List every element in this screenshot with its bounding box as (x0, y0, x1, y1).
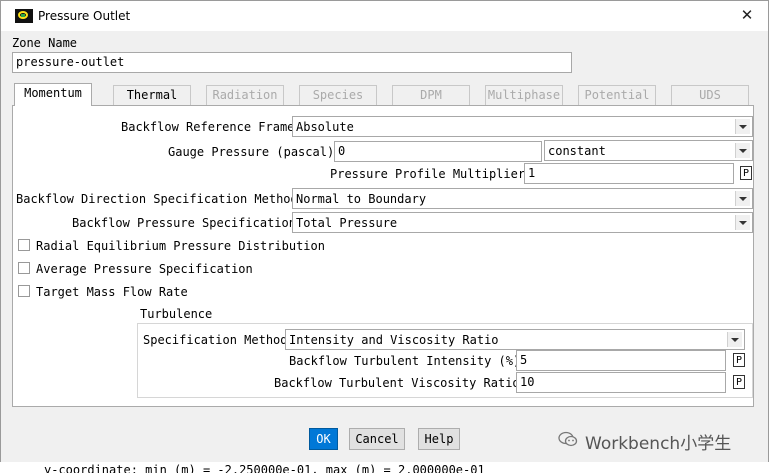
title-bar: Pressure Outlet ✕ (1, 1, 768, 31)
tab-potential[interactable]: Potential (578, 85, 656, 105)
viscosity-ratio-label: Backflow Turbulent Viscosity Ratio (274, 376, 520, 390)
help-button[interactable]: Help (418, 428, 460, 450)
tab-uds[interactable]: UDS (671, 85, 749, 105)
backflow-pressure-select[interactable]: Total Pressure (292, 212, 753, 233)
backflow-direction-value: Normal to Boundary (296, 192, 427, 206)
viscosity-ratio-parameter-button[interactable]: P (733, 375, 745, 389)
turbulent-intensity-parameter-button[interactable]: P (733, 353, 745, 367)
backflow-ref-frame-label: Backflow Reference Frame (121, 120, 295, 134)
backflow-pressure-value: Total Pressure (296, 216, 398, 230)
backflow-ref-frame-select[interactable]: Absolute (292, 116, 753, 137)
chevron-down-icon (735, 119, 750, 134)
chevron-down-icon (735, 215, 750, 230)
chevron-down-icon (727, 332, 742, 347)
spec-method-select[interactable]: Intensity and Viscosity Ratio (285, 329, 745, 350)
close-icon[interactable]: ✕ (737, 5, 757, 25)
average-pressure-checkbox[interactable] (18, 262, 30, 274)
zone-name-field[interactable]: pressure-outlet (12, 52, 572, 73)
tab-momentum[interactable]: Momentum (14, 83, 92, 106)
window-title: Pressure Outlet (38, 9, 131, 23)
gauge-pressure-method-value: constant (548, 144, 606, 158)
turbulence-heading: Turbulence (140, 307, 213, 321)
gauge-pressure-field[interactable]: 0 (334, 141, 542, 162)
spec-method-value: Intensity and Viscosity Ratio (289, 333, 499, 347)
turbulent-intensity-label: Backflow Turbulent Intensity (%) (289, 354, 521, 368)
backflow-direction-select[interactable]: Normal to Boundary (292, 188, 753, 209)
radial-equilibrium-label: Radial Equilibrium Pressure Distribution (36, 239, 325, 253)
tab-thermal[interactable]: Thermal (113, 85, 191, 105)
tab-dpm[interactable]: DPM (392, 85, 470, 105)
profile-multiplier-parameter-button[interactable]: P (740, 166, 752, 180)
watermark-text: Workbench小学生 (585, 434, 732, 454)
chevron-down-icon (735, 191, 750, 206)
target-mass-flow-label: Target Mass Flow Rate (36, 285, 188, 299)
tab-species[interactable]: Species (299, 85, 377, 105)
gauge-pressure-method-select[interactable]: constant (544, 140, 753, 161)
radial-equilibrium-checkbox[interactable] (18, 239, 30, 251)
viscosity-ratio-field[interactable]: 10 (516, 372, 726, 393)
tab-radiation[interactable]: Radiation (206, 85, 284, 105)
average-pressure-label: Average Pressure Specification (36, 262, 253, 276)
fluent-app-icon (15, 9, 33, 23)
tab-strip: Momentum Thermal Radiation Species DPM M… (12, 83, 754, 106)
ok-button[interactable]: OK (309, 428, 338, 450)
zone-name-label: Zone Name (12, 36, 78, 50)
turbulent-intensity-field[interactable]: 5 (516, 350, 726, 371)
cancel-button[interactable]: Cancel (349, 428, 405, 450)
backflow-ref-frame-value: Absolute (296, 120, 354, 134)
target-mass-flow-checkbox[interactable] (18, 285, 30, 297)
backflow-direction-label: Backflow Direction Specification Method (16, 192, 298, 206)
spec-method-label: Specification Method (143, 333, 288, 347)
console-line: y-coordinate: min (m) = -2.250000e-01, m… (44, 463, 485, 473)
profile-multiplier-label: Pressure Profile Multiplier (330, 167, 526, 181)
tab-multiphase[interactable]: Multiphase (485, 85, 563, 105)
chevron-down-icon (735, 143, 750, 158)
backflow-pressure-label: Backflow Pressure Specification (72, 216, 296, 230)
wechat-icon (558, 431, 578, 447)
profile-multiplier-field[interactable]: 1 (524, 163, 734, 184)
gauge-pressure-label: Gauge Pressure (pascal) (168, 145, 335, 159)
pressure-outlet-dialog: Pressure Outlet ✕ Zone Name pressure-out… (0, 0, 769, 473)
console-output: y-coordinate: min (m) = -2.250000e-01, m… (0, 462, 769, 473)
